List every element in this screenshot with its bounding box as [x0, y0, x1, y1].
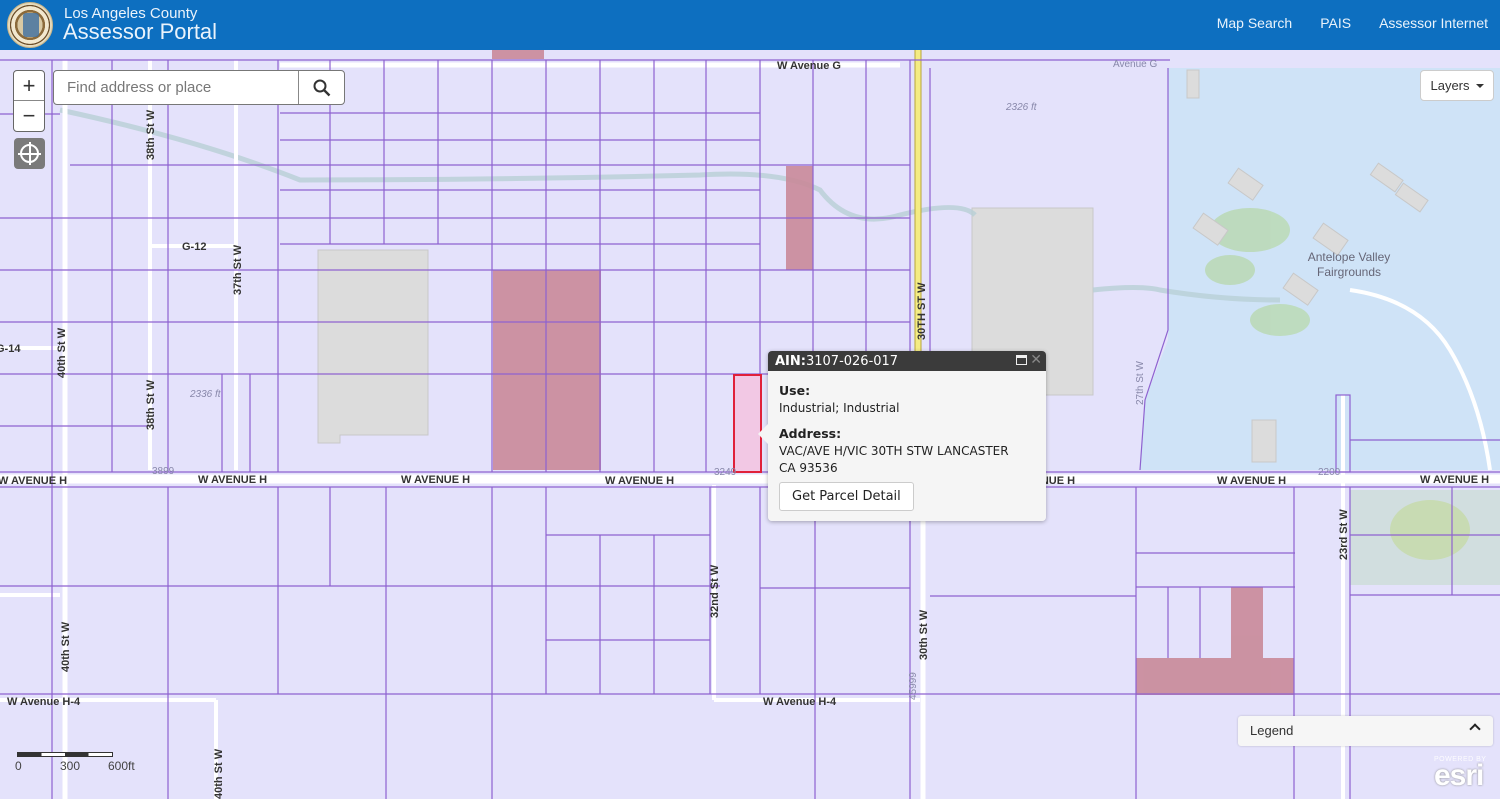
legend-panel[interactable]: Legend	[1238, 716, 1493, 746]
zoom-out-button[interactable]: −	[14, 101, 44, 131]
app-header: Los Angeles County Assessor Portal Map S…	[0, 0, 1500, 50]
search-button[interactable]	[298, 71, 344, 104]
label-w-avenue-h4-1: W Avenue H-4	[7, 696, 81, 708]
address-line-2: CA 93536	[779, 461, 838, 475]
label-w-avenue-g: W Avenue G	[777, 60, 841, 72]
top-nav: Map Search PAIS Assessor Internet	[1217, 15, 1500, 31]
nav-assessor-internet[interactable]: Assessor Internet	[1379, 15, 1488, 31]
label-30th-st-lower: 30th St W	[918, 609, 930, 660]
parcel-map: W Avenue G Avenue G W AVENUE H W AVENUE …	[0, 50, 1500, 799]
label-elevation-2336: 2336 ft	[189, 389, 222, 400]
scale-bar-graphic	[17, 752, 113, 757]
label-st-bottom: 40th St W	[213, 748, 225, 799]
scale-label-300: 300	[60, 759, 81, 773]
popup-body: Use: Industrial; Industrial Address: VAC…	[768, 371, 1046, 521]
label-addr-3249: 3249	[714, 467, 737, 478]
chevron-up-icon[interactable]	[1469, 723, 1481, 735]
nav-pais[interactable]: PAIS	[1320, 15, 1351, 31]
address-value: VAC/AVE H/VIC 30TH STW LANCASTER CA 9353…	[779, 443, 1035, 477]
selected-parcel-outline	[733, 374, 762, 473]
powered-by-text: POWERED BY	[1434, 756, 1487, 763]
scale-bar: 0 300 600ft	[15, 752, 135, 773]
label-w-avenue-h-7: W AVENUE H	[1420, 474, 1489, 486]
crosshair-icon	[18, 142, 41, 165]
use-value: Industrial; Industrial	[779, 401, 900, 415]
use-label: Use:	[779, 383, 811, 398]
ain-value: 3107-026-017	[805, 354, 899, 369]
esri-logo[interactable]: POWERED BY esri	[1434, 756, 1487, 792]
label-fairgrounds-1: Antelope Valley	[1308, 250, 1391, 264]
label-40th-st-2: 40th St W	[60, 621, 72, 672]
nav-map-search[interactable]: Map Search	[1217, 15, 1292, 31]
label-32nd-st: 32nd St W	[709, 564, 721, 618]
label-w-avenue-h-6: W AVENUE H	[1217, 475, 1286, 487]
label-w-avenue-h-3: W AVENUE H	[401, 474, 470, 486]
label-w-avenue-h-2: W AVENUE H	[198, 474, 267, 486]
label-addr-3899: 3899	[152, 466, 175, 477]
label-27th-st: 27th St W	[1135, 361, 1146, 405]
label-addr-2200: 2200	[1318, 467, 1341, 478]
address-label: Address:	[779, 426, 842, 441]
label-w-avenue-h4-2: W Avenue H-4	[763, 696, 837, 708]
label-elevation-2326: 2326 ft	[1005, 102, 1038, 113]
label-30th-st-upper: 30TH ST W	[916, 282, 928, 340]
label-fairgrounds-2: Fairgrounds	[1317, 265, 1381, 279]
label-38th-st-1: 38th St W	[145, 109, 157, 160]
address-line-1: VAC/AVE H/VIC 30TH STW LANCASTER	[779, 444, 1009, 458]
label-g14: G-14	[0, 343, 21, 355]
label-40th-st-1: 40th St W	[56, 327, 68, 378]
label-w-avenue-h-1: W AVENUE H	[0, 475, 67, 487]
label-w-avenue-h-4: W AVENUE H	[605, 475, 674, 487]
search-input[interactable]	[54, 71, 298, 104]
label-23rd-st: 23rd St W	[1338, 509, 1350, 560]
close-icon[interactable]: ✕	[1030, 352, 1042, 368]
popup-pointer	[758, 423, 769, 445]
label-37th-st: 37th St W	[232, 244, 244, 295]
scale-label-0: 0	[15, 759, 22, 773]
locate-button[interactable]	[14, 138, 45, 169]
layers-label: Layers	[1430, 78, 1470, 93]
county-seal-logo	[7, 2, 53, 48]
maximize-icon[interactable]	[1016, 355, 1027, 365]
label-g12: G-12	[182, 241, 206, 253]
search-widget	[53, 70, 345, 105]
zoom-in-button[interactable]: +	[14, 71, 44, 101]
label-38th-st-2: 38th St W	[145, 379, 157, 430]
scale-label-600: 600ft	[108, 759, 135, 773]
label-addr-45999: 45999	[908, 672, 919, 700]
label-avenue-g: Avenue G	[1113, 59, 1158, 70]
esri-brand: esri	[1434, 759, 1484, 792]
ain-label: AIN:	[775, 354, 806, 369]
search-icon	[313, 79, 330, 96]
legend-label: Legend	[1250, 723, 1294, 738]
zoom-control: + −	[13, 70, 45, 132]
get-parcel-detail-button[interactable]: Get Parcel Detail	[779, 482, 914, 511]
caret-down-icon	[1475, 83, 1484, 88]
popup-header: AIN:3107-026-017 ✕	[768, 351, 1046, 371]
layers-dropdown[interactable]: Layers	[1420, 70, 1494, 101]
map-view[interactable]: W Avenue G Avenue G W AVENUE H W AVENUE …	[0, 50, 1500, 799]
parcel-popup: AIN:3107-026-017 ✕ Use: Industrial; Indu…	[758, 351, 1046, 521]
app-title: Assessor Portal	[63, 19, 218, 44]
